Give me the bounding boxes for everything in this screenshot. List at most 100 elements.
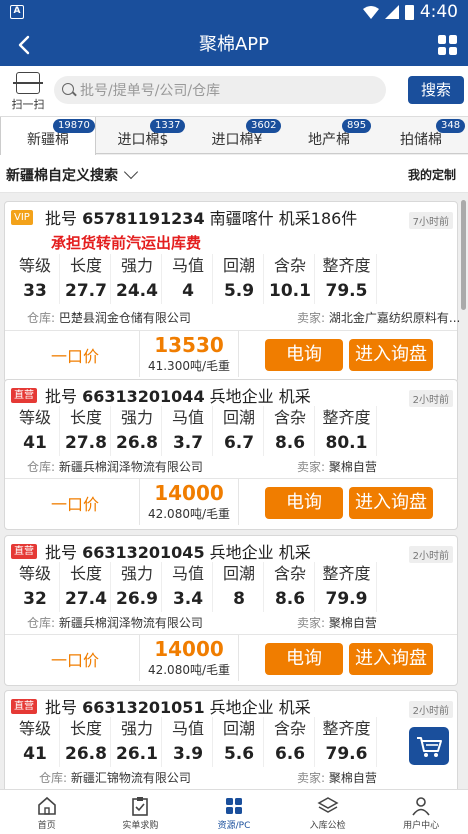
call-button[interactable]: 电询 bbox=[265, 643, 343, 675]
weight-value: 42.080吨/毛重 bbox=[147, 507, 231, 521]
direct-sale-badge: 直营 bbox=[11, 544, 37, 559]
posted-time: 2小时前 bbox=[408, 546, 453, 563]
search-icon bbox=[62, 83, 74, 95]
count-badge: 1337 bbox=[150, 119, 186, 133]
price-value: 14000 bbox=[154, 481, 224, 505]
card-headline: 批号 65781191234 南疆喀什 机采186件 bbox=[45, 209, 358, 228]
scan-button[interactable]: 扫一扫 bbox=[8, 72, 48, 112]
search-placeholder: 批号/提单号/公司/仓库 bbox=[80, 83, 221, 99]
price-value: 14000 bbox=[154, 637, 224, 661]
card-header: 直营 批号 66313201044 兵地企业 机采 2小时前 bbox=[5, 380, 457, 408]
warehouse-name: 巴楚县润金仓储有限公司 bbox=[58, 311, 191, 325]
tab-label: 进口棉$ bbox=[117, 132, 169, 148]
list-item[interactable]: 直营 批号 66313201045 兵地企业 机采 2小时前 等级 32 长度 27… bbox=[4, 535, 458, 686]
nav-home[interactable]: 首页 bbox=[0, 790, 94, 834]
grid-icon bbox=[225, 798, 242, 814]
warehouse-name: 新疆兵棉润泽物流有限公司 bbox=[58, 460, 203, 474]
cart-button[interactable] bbox=[409, 727, 449, 765]
card-header: 直营 批号 66313201045 兵地企业 机采 2小时前 bbox=[5, 536, 457, 564]
scrollbar[interactable] bbox=[461, 200, 466, 310]
vip-badge: VIP bbox=[11, 210, 33, 225]
app-notification-icon: A bbox=[10, 5, 24, 19]
user-icon bbox=[412, 797, 430, 816]
warehouse-row: 仓库: 新疆兵棉润泽物流有限公司 卖家: 聚棉自营 bbox=[27, 616, 377, 630]
card-headline: 批号 66313201044 兵地企业 机采 bbox=[45, 387, 311, 406]
call-button[interactable]: 电询 bbox=[265, 339, 343, 371]
count-badge: 3602 bbox=[246, 119, 282, 133]
price-box: 14000 42.080吨/毛重 bbox=[139, 479, 239, 525]
bottom-nav: 首页 实单求购 资源/PC 入库公检 用户中心 bbox=[0, 789, 468, 834]
count-badge: 348 bbox=[436, 119, 466, 133]
origin-desc: 南疆喀什 机采186件 bbox=[209, 209, 358, 228]
fixed-price-label: 一口价 bbox=[51, 495, 100, 514]
tab-label: 进口棉¥ bbox=[211, 132, 263, 148]
weight-value: 42.080吨/毛重 bbox=[147, 663, 231, 677]
listing-list: VIP 批号 65781191234 南疆喀什 机采186件 7小时前 承担货转… bbox=[0, 193, 468, 789]
call-button[interactable]: 电询 bbox=[265, 487, 343, 519]
signal-icon bbox=[384, 5, 399, 19]
seller-name: 聚棉自营 bbox=[328, 771, 377, 785]
custom-search-dropdown[interactable]: 新疆棉自定义搜索 bbox=[6, 164, 139, 185]
scan-icon bbox=[13, 72, 43, 94]
direct-sale-badge: 直营 bbox=[11, 699, 37, 714]
wifi-icon bbox=[362, 5, 379, 19]
tab-xinjiang[interactable]: 新疆棉 19870 bbox=[0, 117, 96, 155]
batch-number: 65781191234 bbox=[82, 209, 205, 228]
price-row: 一口价 14000 42.080吨/毛重 电询 进入询盘 bbox=[5, 634, 457, 681]
origin-desc: 兵地企业 机采 bbox=[209, 543, 311, 562]
fixed-price-label: 一口价 bbox=[51, 651, 100, 670]
origin-desc: 兵地企业 机采 bbox=[209, 387, 311, 406]
clock: 4:40 bbox=[419, 2, 458, 22]
tab-domestic[interactable]: 地产棉 895 bbox=[284, 117, 374, 154]
list-item[interactable]: VIP 批号 65781191234 南疆喀什 机采186件 7小时前 承担货转… bbox=[4, 201, 461, 383]
inquiry-button[interactable]: 进入询盘 bbox=[349, 643, 433, 675]
clipboard-icon bbox=[132, 797, 149, 816]
tab-reserve-auction[interactable]: 拍储棉 348 bbox=[374, 117, 468, 154]
custom-search-label: 新疆棉自定义搜索 bbox=[6, 168, 118, 184]
card-header: 直营 批号 66313201051 兵地企业 机采 2小时前 bbox=[5, 691, 457, 719]
nav-resources[interactable]: 资源/PC bbox=[187, 790, 281, 834]
list-item[interactable]: 直营 批号 66313201051 兵地企业 机采 2小时前 等级 41 长度 26… bbox=[4, 690, 458, 789]
tab-label: 拍储棉 bbox=[400, 132, 442, 148]
cart-icon bbox=[417, 737, 442, 757]
warehouse-name: 新疆兵棉润泽物流有限公司 bbox=[58, 616, 203, 630]
category-tabs: 新疆棉 19870 进口棉$ 1337 进口棉¥ 3602 地产棉 895 拍储… bbox=[0, 116, 468, 155]
tab-import-cny[interactable]: 进口棉¥ 3602 bbox=[190, 117, 284, 154]
nav-purchase-request[interactable]: 实单求购 bbox=[94, 790, 188, 834]
nav-user-center[interactable]: 用户中心 bbox=[374, 790, 468, 834]
scan-label: 扫一扫 bbox=[11, 98, 45, 111]
price-box: 14000 42.080吨/毛重 bbox=[139, 635, 239, 681]
grid-menu-icon[interactable] bbox=[438, 35, 458, 55]
tab-import-usd[interactable]: 进口棉$ 1337 bbox=[96, 117, 190, 154]
fixed-price-label: 一口价 bbox=[51, 347, 100, 366]
quality-params: 等级 41 长度 26.8 强力 26.1 马值 3.9 回潮 5.6 含杂 6.6 整齐度… bbox=[11, 717, 379, 767]
my-custom-link[interactable]: 我的定制 bbox=[408, 166, 456, 183]
direct-sale-badge: 直营 bbox=[11, 388, 37, 403]
seller-name: 聚棉自营 bbox=[328, 460, 377, 474]
page-title: 聚棉APP bbox=[198, 34, 270, 55]
inquiry-button[interactable]: 进入询盘 bbox=[349, 339, 433, 371]
search-bar: 扫一扫 批号/提单号/公司/仓库 搜索 bbox=[0, 66, 468, 116]
warehouse-row: 仓库: 巴楚县润金仓储有限公司 卖家: 湖北金广嘉纺织原料有... bbox=[27, 311, 461, 325]
tab-label: 地产棉 bbox=[308, 132, 350, 148]
posted-time: 2小时前 bbox=[408, 701, 453, 718]
batch-number: 66313201045 bbox=[82, 543, 205, 562]
count-badge: 19870 bbox=[53, 119, 95, 133]
quality-params: 等级 41 长度 27.8 强力 26.8 马值 3.7 回潮 6.7 含杂 8.6 整齐度… bbox=[11, 406, 379, 456]
warehouse-row: 仓库: 新疆汇锦物流有限公司 卖家: 聚棉自营 bbox=[39, 771, 377, 785]
search-button[interactable]: 搜索 bbox=[408, 76, 464, 104]
home-icon bbox=[37, 796, 56, 815]
nav-inspection[interactable]: 入库公检 bbox=[281, 790, 375, 834]
price-row: 一口价 13530 41.300吨/毛重 电询 进入询盘 bbox=[5, 330, 457, 377]
batch-number: 66313201051 bbox=[82, 698, 205, 717]
list-item[interactable]: 直营 批号 66313201044 兵地企业 机采 2小时前 等级 41 长度 27… bbox=[4, 379, 458, 530]
warehouse-name: 新疆汇锦物流有限公司 bbox=[70, 771, 191, 785]
card-headline: 批号 66313201045 兵地企业 机采 bbox=[45, 543, 311, 562]
weight-value: 41.300吨/毛重 bbox=[147, 359, 231, 373]
batch-number: 66313201044 bbox=[82, 387, 205, 406]
battery-icon bbox=[404, 4, 414, 20]
warehouse-row: 仓库: 新疆兵棉润泽物流有限公司 卖家: 聚棉自营 bbox=[27, 460, 377, 474]
price-box: 13530 41.300吨/毛重 bbox=[139, 331, 239, 377]
search-input[interactable]: 批号/提单号/公司/仓库 bbox=[54, 76, 386, 104]
inquiry-button[interactable]: 进入询盘 bbox=[349, 487, 433, 519]
